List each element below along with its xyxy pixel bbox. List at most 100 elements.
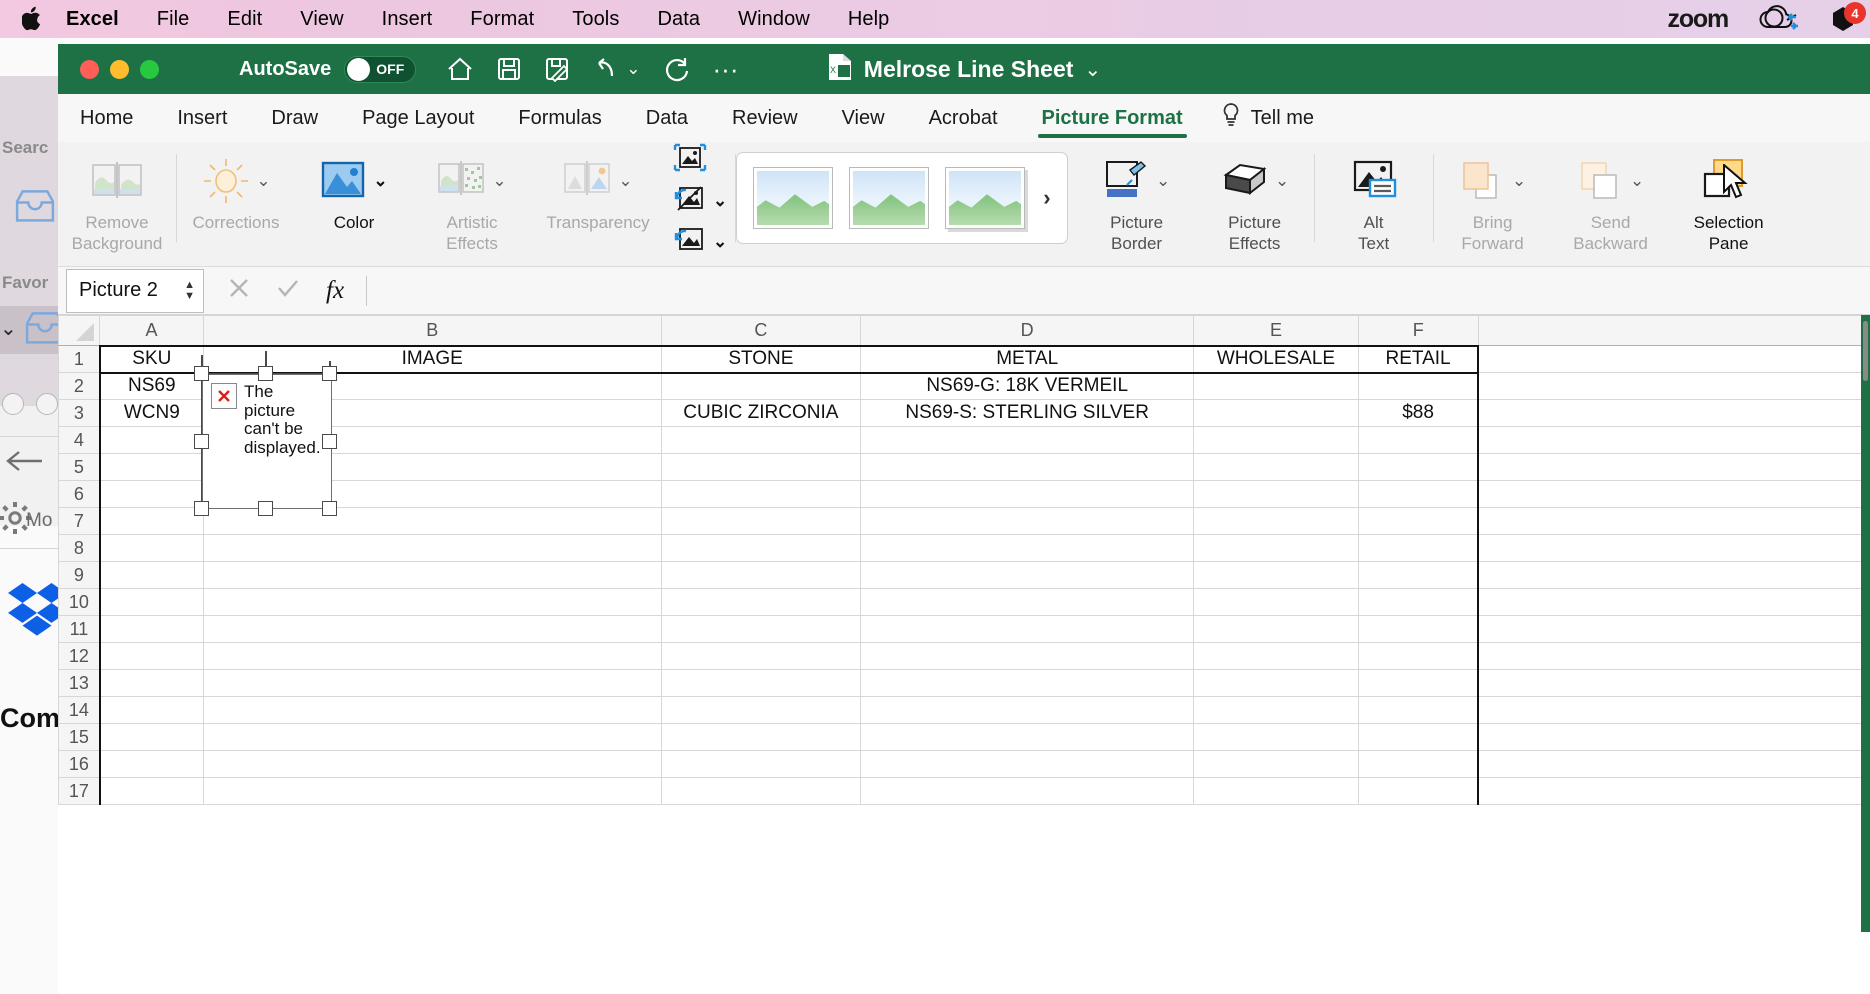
cell-b13[interactable] [202,669,662,697]
cell-e1[interactable]: WHOLESALE [1193,344,1359,374]
cell-b17[interactable] [202,777,662,805]
row-header-10[interactable]: 10 [58,588,101,616]
picture-border-chevron-down-icon[interactable]: ⌄ [1156,171,1170,191]
menu-item-format[interactable]: Format [451,8,553,31]
back-arrow-icon[interactable] [4,448,46,479]
cell-d6[interactable] [860,480,1195,508]
confirm-checkmark-icon[interactable] [276,277,300,304]
tab-acrobat[interactable]: Acrobat [907,94,1020,142]
cell-c10[interactable] [660,588,862,616]
name-box[interactable]: Picture 2 ▲ ▼ [66,268,204,313]
tab-draw[interactable]: Draw [249,94,340,142]
cell-d17[interactable] [860,777,1195,805]
cell-d4[interactable] [860,426,1195,454]
corrections-button[interactable]: ⌄ Corrections [177,142,295,260]
column-header-a[interactable]: A [99,315,204,346]
bring-forward-chevron-down-icon[interactable]: ⌄ [1512,171,1526,191]
column-header-e[interactable]: E [1193,315,1359,346]
cell-d13[interactable] [860,669,1195,697]
cell-f12[interactable] [1357,642,1480,670]
cell-d14[interactable] [860,696,1195,724]
cell-c14[interactable] [660,696,862,724]
cell-f10[interactable] [1357,588,1480,616]
cell-d11[interactable] [860,615,1195,643]
resize-handle-n[interactable] [258,366,273,381]
cell-f11[interactable] [1357,615,1480,643]
cell-c16[interactable] [660,750,862,778]
cell-d1[interactable]: METAL [860,344,1195,374]
select-all-corner[interactable] [58,315,101,346]
tab-data[interactable]: Data [624,94,710,142]
color-chevron-down-icon[interactable]: ⌄ [373,171,387,191]
cell-a1[interactable]: SKU [98,344,204,374]
close-window-button[interactable] [80,59,99,79]
tab-view[interactable]: View [820,94,907,142]
row-header-1[interactable]: 1 [58,345,101,373]
onedrive-sync-icon[interactable] [1756,4,1800,34]
cell-c3[interactable]: CUBIC ZIRCONIA [660,399,862,427]
bring-forward-button[interactable]: ⌄ Bring Forward [1434,142,1552,260]
resize-handle-sw[interactable] [194,501,209,516]
cell-a10[interactable] [98,588,204,616]
insert-function-icon[interactable]: fx [326,277,344,305]
undo-icon[interactable] [592,56,618,82]
menu-item-file[interactable]: File [138,8,209,31]
save-icon[interactable] [496,56,522,82]
autosave-toggle[interactable]: OFF [344,55,417,83]
cell-d7[interactable] [860,507,1195,535]
vertical-scroll-track[interactable] [1861,315,1870,932]
cell-d12[interactable] [860,642,1195,670]
redo-icon[interactable] [663,55,691,83]
cell-b9[interactable] [202,561,662,589]
resize-handle-s[interactable] [258,501,273,516]
cell-f13[interactable] [1357,669,1480,697]
remove-background-button[interactable]: Remove Background [58,142,176,260]
compress-pictures-button[interactable] [673,143,727,178]
cell-f6[interactable] [1357,480,1480,508]
row-header-17[interactable]: 17 [58,777,101,805]
selection-pane-button[interactable]: Selection Pane [1670,142,1788,260]
corrections-chevron-down-icon[interactable]: ⌄ [256,171,270,191]
cell-c7[interactable] [660,507,862,535]
save-as-icon[interactable] [544,56,570,82]
cell-a11[interactable] [98,615,204,643]
cell-a5[interactable] [98,453,204,481]
name-box-stepper-icon[interactable]: ▲ ▼ [184,279,195,301]
cancel-icon[interactable] [228,277,250,304]
cell-b15[interactable] [202,723,662,751]
cell-c2[interactable] [660,372,862,400]
cell-e13[interactable] [1193,669,1359,697]
cell-e4[interactable] [1193,426,1359,454]
cell-e8[interactable] [1193,534,1359,562]
resize-handle-w[interactable] [194,434,209,449]
cell-c6[interactable] [660,480,862,508]
cell-e17[interactable] [1193,777,1359,805]
cell-f9[interactable] [1357,561,1480,589]
cell-e12[interactable] [1193,642,1359,670]
row-header-4[interactable]: 4 [58,426,101,454]
row-header-11[interactable]: 11 [58,615,101,643]
menu-item-edit[interactable]: Edit [208,8,281,31]
row-header-6[interactable]: 6 [58,480,101,508]
cell-e3[interactable] [1193,399,1359,427]
cell-f8[interactable] [1357,534,1480,562]
cell-b16[interactable] [202,750,662,778]
row-header-8[interactable]: 8 [58,534,101,562]
cell-a13[interactable] [98,669,204,697]
cell-e10[interactable] [1193,588,1359,616]
cell-e14[interactable] [1193,696,1359,724]
cell-b11[interactable] [202,615,662,643]
tell-me-control[interactable]: Tell me [1205,102,1314,134]
cell-c8[interactable] [660,534,862,562]
row-header-9[interactable]: 9 [58,561,101,589]
cell-c13[interactable] [660,669,862,697]
picture-style-1[interactable] [753,167,834,229]
cell-f14[interactable] [1357,696,1480,724]
cell-e7[interactable] [1193,507,1359,535]
cell-f4[interactable] [1357,426,1480,454]
row-header-13[interactable]: 13 [58,669,101,697]
vertical-scrollbar-thumb[interactable] [1863,321,1868,381]
cell-f2[interactable] [1357,372,1480,400]
row-header-12[interactable]: 12 [58,642,101,670]
row-header-3[interactable]: 3 [58,399,101,427]
